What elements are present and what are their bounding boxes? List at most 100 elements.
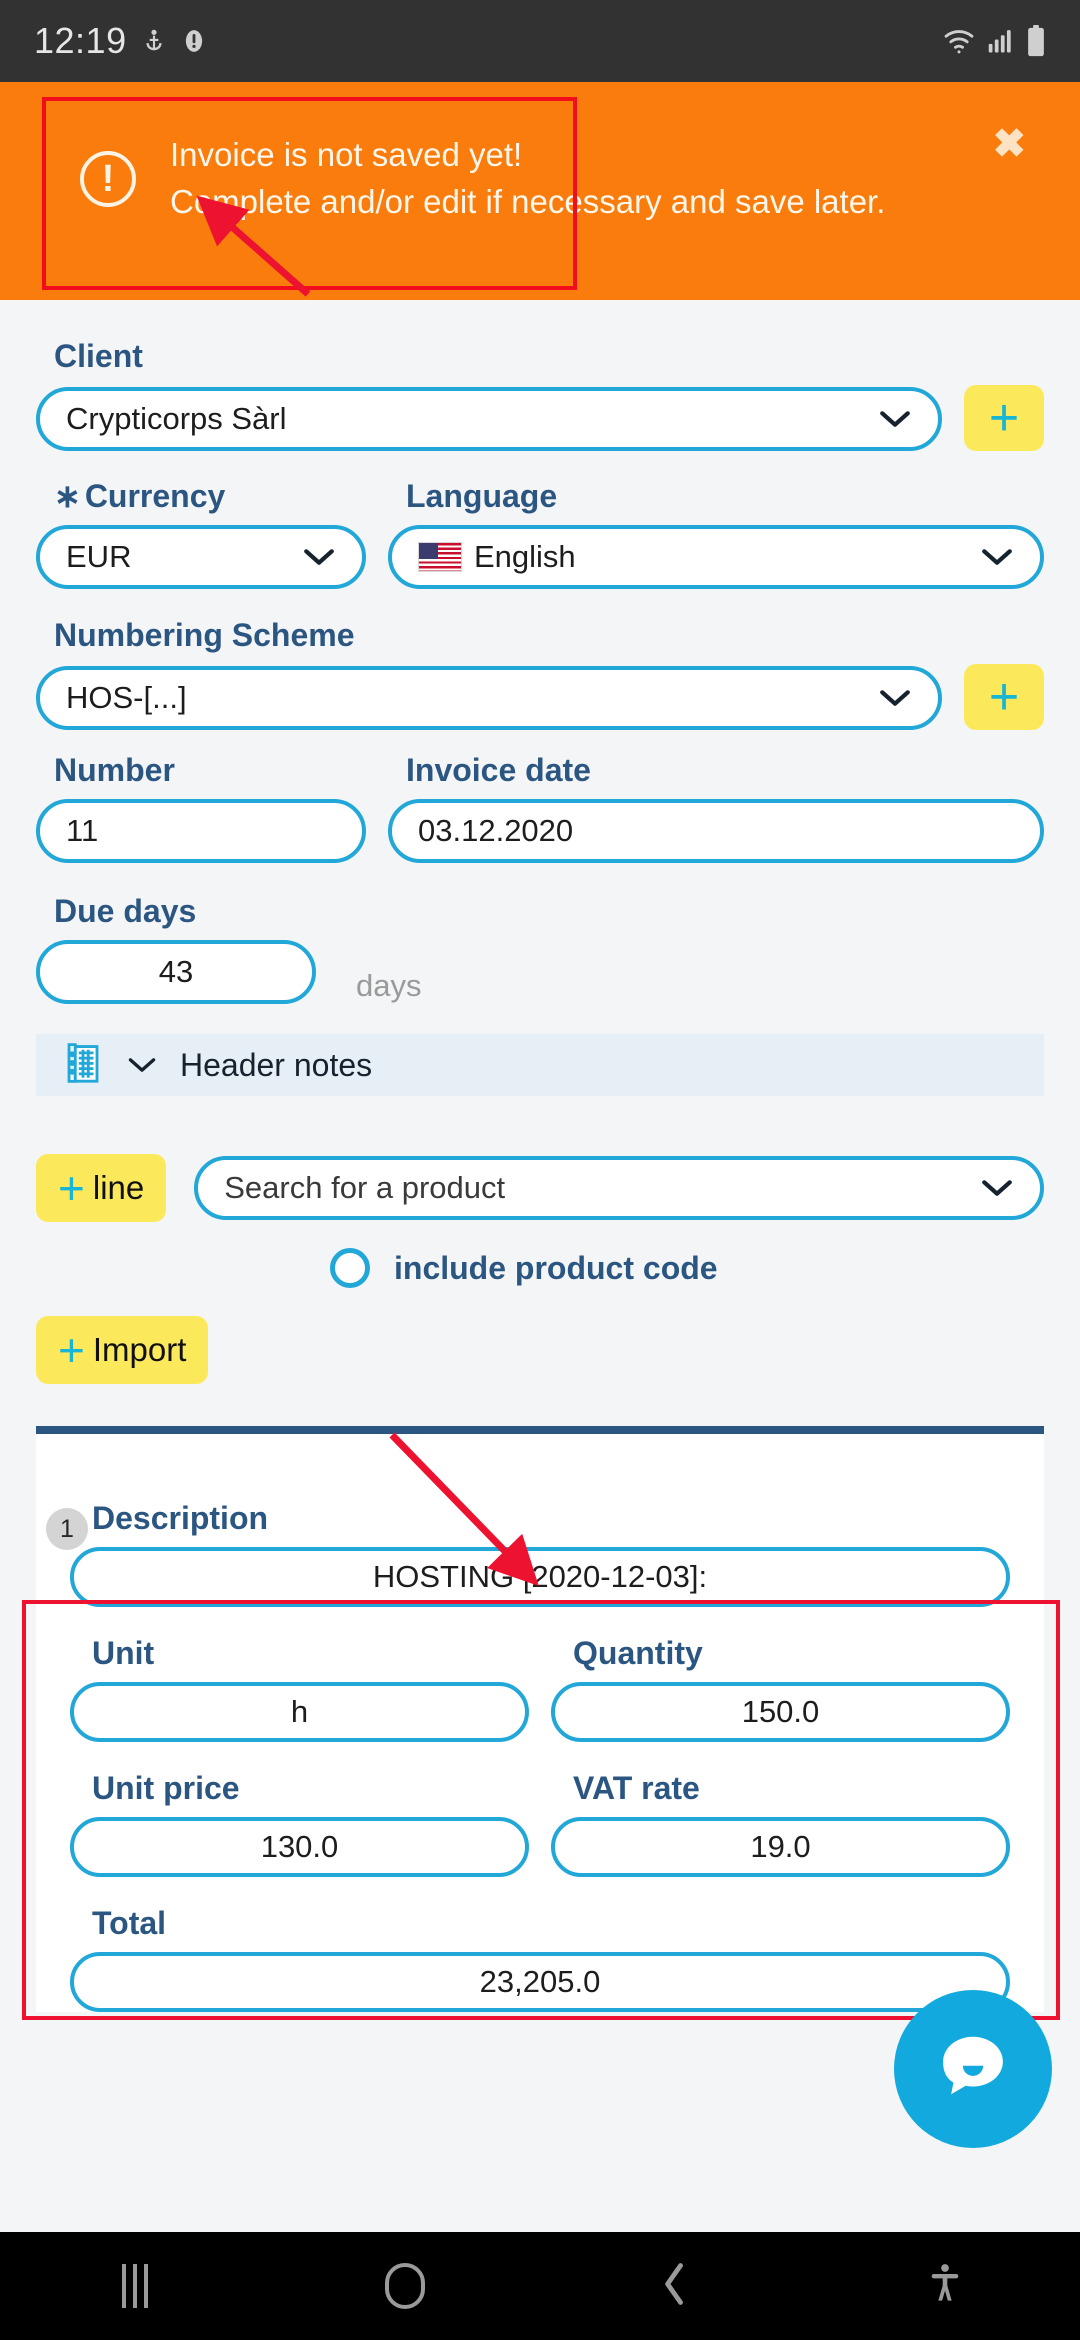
invoice-date-input[interactable]: 03.12.2020 xyxy=(388,799,1044,863)
invoice-date-label: Invoice date xyxy=(406,752,591,788)
due-days-input[interactable]: 43 xyxy=(36,940,316,1004)
quantity-input[interactable]: 150.0 xyxy=(551,1682,1010,1742)
description-input[interactable]: HOSTING [2020-12-03]: xyxy=(70,1547,1010,1607)
chevron-down-icon xyxy=(126,1048,158,1082)
status-bar-right xyxy=(942,25,1046,57)
currency-select[interactable]: EUR xyxy=(36,525,366,589)
total-value: 23,205.0 xyxy=(479,1964,601,1999)
include-product-code-label: include product code xyxy=(394,1249,718,1286)
add-line-label: line xyxy=(92,1169,145,1206)
language-value: English xyxy=(474,539,576,574)
import-label: Import xyxy=(92,1331,187,1368)
total-label: Total xyxy=(92,1905,167,1941)
phone-screen: 12:19 ! Invoice is not saved yet! Comple… xyxy=(0,0,1080,2340)
unit-price-input[interactable]: 130.0 xyxy=(70,1817,529,1877)
plus-icon: + xyxy=(58,1323,85,1376)
invoice-date-value: 03.12.2020 xyxy=(418,813,574,848)
recents-icon xyxy=(122,2264,148,2308)
battery-icon xyxy=(1026,25,1046,57)
plus-icon: + xyxy=(58,1161,85,1214)
unit-label: Unit xyxy=(92,1635,155,1671)
currency-label: Currency xyxy=(54,477,366,515)
add-line-button[interactable]: + line xyxy=(36,1154,167,1222)
number-date-row: 11 03.12.2020 xyxy=(36,799,1044,863)
currency-value: EUR xyxy=(66,539,132,574)
header-notes-section[interactable]: Header notes xyxy=(36,1034,1044,1096)
chat-fab-button[interactable] xyxy=(894,1990,1052,2148)
line-items-sheet-top xyxy=(36,1434,1044,1474)
line-item-sequence-badge: 1 xyxy=(46,1508,88,1550)
home-button[interactable] xyxy=(340,2232,470,2340)
status-bar-left: 12:19 xyxy=(34,20,207,62)
unit-input[interactable]: h xyxy=(70,1682,529,1742)
number-date-labels: Number Invoice date xyxy=(36,752,1044,799)
notes-book-icon xyxy=(62,1040,104,1091)
chevron-down-icon xyxy=(966,1178,1014,1198)
status-bar-clock: 12:19 xyxy=(34,20,127,61)
include-product-code-radio[interactable] xyxy=(330,1248,370,1288)
add-client-button[interactable]: + xyxy=(964,385,1044,451)
accessibility-icon xyxy=(930,2262,960,2311)
import-button[interactable]: + Import xyxy=(36,1316,209,1384)
chevron-down-icon xyxy=(864,688,912,708)
number-label: Number xyxy=(54,752,175,788)
alert-circle-icon xyxy=(181,26,207,56)
product-add-row: + line Search for a product xyxy=(0,1154,1080,1222)
language-select[interactable]: English xyxy=(388,525,1044,589)
invoice-form: Client Crypticorps Sàrl + Currency Langu… xyxy=(0,300,1080,1004)
unit-quantity-labels: Unit Quantity xyxy=(70,1635,1010,1682)
home-icon xyxy=(385,2263,425,2309)
quantity-value: 150.0 xyxy=(741,1694,820,1729)
android-navigation-bar xyxy=(0,2232,1080,2340)
number-input[interactable]: 11 xyxy=(36,799,366,863)
alert-text-block: Invoice is not saved yet! Complete and/o… xyxy=(170,132,885,226)
unit-quantity-row: h 150.0 xyxy=(70,1682,1010,1742)
exclamation-circle-icon: ! xyxy=(80,150,136,207)
total-input[interactable]: 23,205.0 xyxy=(70,1952,1010,2012)
back-icon xyxy=(660,2260,690,2313)
due-days-suffix: days xyxy=(356,968,422,1003)
number-value: 11 xyxy=(66,813,99,848)
add-numbering-scheme-button[interactable]: + xyxy=(964,664,1044,730)
back-button[interactable] xyxy=(610,2232,740,2340)
language-label: Language xyxy=(406,478,558,514)
description-value: HOSTING [2020-12-03]: xyxy=(372,1559,708,1594)
unit-value: h xyxy=(290,1694,309,1729)
unit-price-value: 130.0 xyxy=(260,1829,339,1864)
accessibility-button[interactable] xyxy=(880,2232,1010,2340)
price-vat-labels: Unit price VAT rate xyxy=(70,1770,1010,1817)
vat-rate-label: VAT rate xyxy=(573,1770,700,1806)
client-label: Client xyxy=(54,338,143,374)
due-days-label: Due days xyxy=(54,893,197,929)
product-search-placeholder: Search for a product xyxy=(224,1170,506,1205)
wifi-icon xyxy=(942,26,976,56)
unit-price-label: Unit price xyxy=(92,1770,240,1806)
vat-rate-value: 19.0 xyxy=(750,1829,811,1864)
product-search-col: Search for a product xyxy=(194,1156,1044,1220)
due-days-value: 43 xyxy=(158,954,194,989)
currency-language-labels: Currency Language xyxy=(36,477,1044,525)
include-product-code-row[interactable]: include product code xyxy=(0,1248,1080,1288)
recents-button[interactable] xyxy=(70,2232,200,2340)
client-value: Crypticorps Sàrl xyxy=(66,401,287,436)
numbering-scheme-row: HOS-[...] + xyxy=(36,664,1044,730)
description-label: Description xyxy=(92,1500,269,1536)
price-vat-row: 130.0 19.0 xyxy=(70,1817,1010,1877)
line-item-card: Description 1 HOSTING [2020-12-03]: Unit… xyxy=(36,1474,1044,2012)
unsaved-invoice-alert: ! Invoice is not saved yet! Complete and… xyxy=(0,82,1080,300)
chevron-down-icon xyxy=(288,547,336,567)
anchor-icon xyxy=(141,25,167,57)
product-search-select[interactable]: Search for a product xyxy=(194,1156,1044,1220)
us-flag-icon xyxy=(418,542,462,572)
client-select[interactable]: Crypticorps Sàrl xyxy=(36,387,942,451)
numbering-scheme-select[interactable]: HOS-[...] xyxy=(36,666,942,730)
due-days-row: 43 days xyxy=(36,940,1044,1004)
alert-close-button[interactable]: ✖ xyxy=(982,110,1050,164)
signal-icon xyxy=(988,27,1014,55)
chevron-down-icon xyxy=(966,547,1014,567)
alert-message: Complete and/or edit if necessary and sa… xyxy=(170,182,886,220)
line-item-description-group: Description 1 HOSTING [2020-12-03]: xyxy=(46,1500,1010,1607)
header-notes-label: Header notes xyxy=(180,1046,373,1083)
numbering-scheme-label: Numbering Scheme xyxy=(54,617,355,653)
vat-rate-input[interactable]: 19.0 xyxy=(551,1817,1010,1877)
